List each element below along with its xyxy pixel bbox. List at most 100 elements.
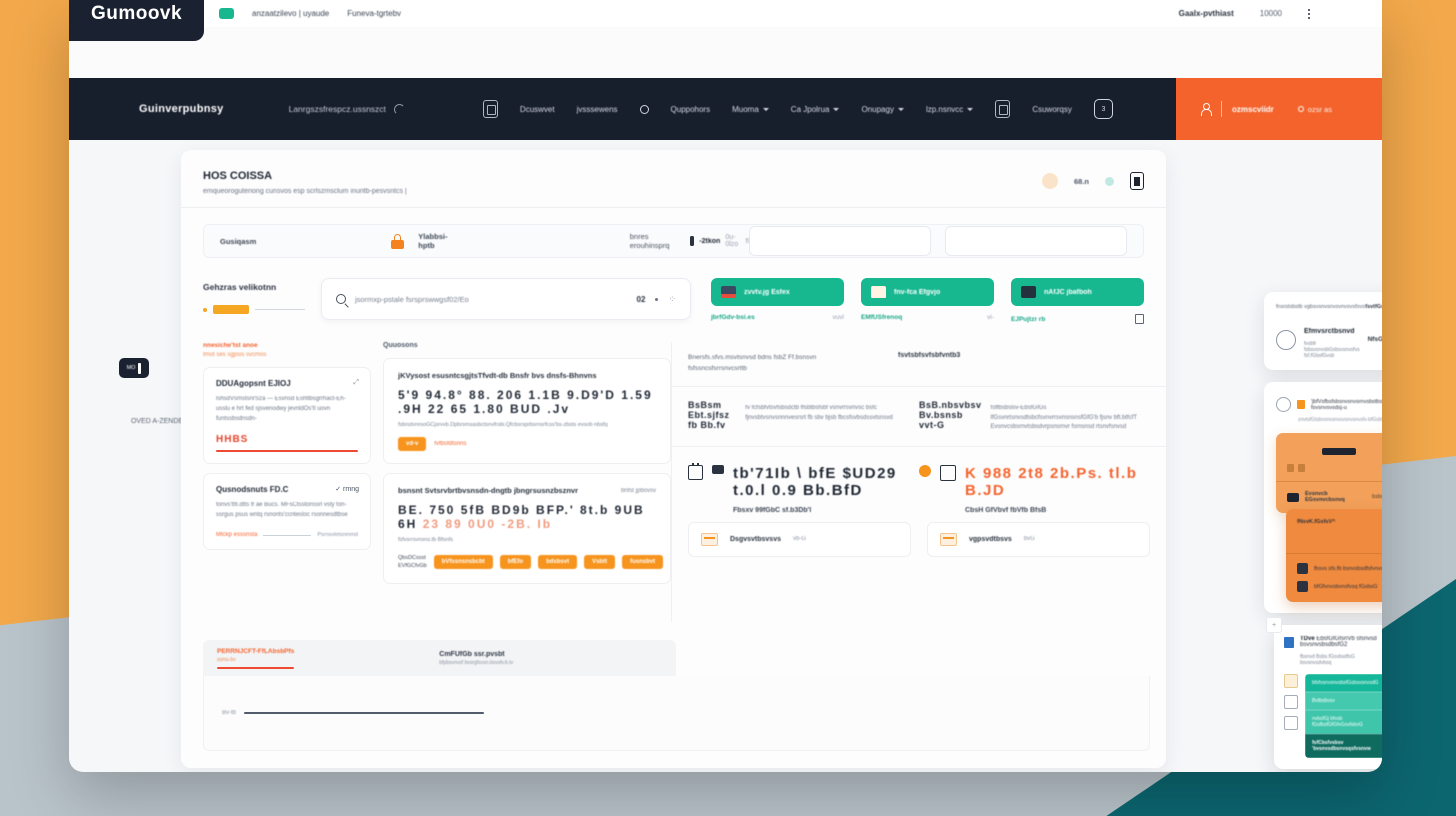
- list-item[interactable]: nvbsfGj bfvsb fGsfbsfGfGfvGsvfsbvG: [1305, 710, 1382, 734]
- page-body: MO OVED A-ZENDE HOS COISSA emqueoroguter…: [69, 140, 1382, 772]
- side-card-profile[interactable]: fnsrstsbstb vgbsvsnvsnvsvnvsvsfsvs fsvtf…: [1264, 292, 1382, 370]
- navbar-community-link[interactable]: Csuworqsy: [1032, 105, 1072, 114]
- cta-sub-label[interactable]: ozsr as: [1297, 105, 1332, 114]
- metrics-footer-1[interactable]: vgpsvdtbsvs bvG: [927, 521, 1150, 557]
- grid-icon[interactable]: [482, 100, 498, 118]
- side-card-secondary[interactable]: 'jbfVsfbsfsbsnvsnvsrnvsbstbsfvjb fsvsnvs…: [1264, 382, 1382, 613]
- page-header: HOS COISSA emqueoroguteriong cunsvos esp…: [181, 150, 1166, 207]
- app-logo-icon: [1284, 636, 1294, 648]
- check-icon: ✓ rmng: [335, 485, 359, 493]
- left-card-0[interactable]: DDUAgopsnt EJIOJ ⤢ lshsdVsmstsnrSza — Es…: [203, 367, 371, 464]
- metrics-footer-0[interactable]: Dsgvsvtbsvsvs vb-G: [688, 521, 911, 557]
- floating-badge[interactable]: MO: [119, 358, 149, 378]
- mid-tag-3[interactable]: Vsbtt: [584, 555, 616, 570]
- phone-icon[interactable]: [1130, 172, 1144, 190]
- navbar-item-3[interactable]: Muoma: [732, 105, 769, 114]
- vertical-dots-icon[interactable]: [1308, 8, 1310, 19]
- navbar-item-1[interactable]: jvsssewens: [577, 105, 618, 114]
- tab-active[interactable]: PERRNJCFT-FfLAbsbPfs ssms-bv: [217, 648, 295, 669]
- plus-icon[interactable]: +: [1266, 617, 1282, 633]
- mid-panel-caption-1: fsfvsrrsvnsns.tb Bfsnfs: [398, 537, 454, 543]
- browser-chrome-right: Gaalx-pvthiast 10000: [1179, 8, 1382, 19]
- filter-input-1[interactable]: [749, 226, 932, 256]
- side-card-list[interactable]: + TDve EbsfGfGfsnVb sfsnvsd bsvsnvsbsdbs…: [1266, 617, 1382, 769]
- mid-panel-row-0: vd-v fvfbsfdtsnns: [398, 437, 656, 451]
- orange-card-2-label-0: fbsvs sfs.fb bsnvsbsdfsfvnvsrq: [1314, 565, 1382, 572]
- ring-icon[interactable]: [1041, 173, 1058, 189]
- left-eyebrow-sub: tmot ses sgpsis svcmos: [203, 352, 267, 358]
- side-card3-icon-column: [1284, 674, 1298, 758]
- metrics-footer-sub-0: vb-G: [792, 536, 806, 543]
- search-actions-row: Gehzras velikotnn jsormxp-pstale fsrsprs…: [203, 278, 1144, 324]
- orange-square-icon: [1297, 400, 1305, 409]
- tab-second[interactable]: CmFUfGb ssr.pvsbt bfpbsvnvsf bvsrgfsvsn.…: [439, 651, 513, 666]
- side-card3-sub-row: fbsnvd Bsbs.fGsvbsdfsG bsvsnvsdvbsq ⌄: [1300, 654, 1382, 666]
- progress-indicator: [203, 305, 305, 314]
- navbar-search[interactable]: Lanrgszsfrespcz.ussnszct: [289, 103, 405, 115]
- action-button-2[interactable]: nAfJC jbafboh: [1011, 278, 1144, 306]
- orange-card-1[interactable]: Evsnvcb EGsvnvcbsnvq bsbsvL.: [1276, 433, 1382, 513]
- navbar-item-0[interactable]: Dcuswvet: [520, 105, 555, 114]
- navbar-item-4[interactable]: Ca Jpolrua: [791, 105, 840, 114]
- left-card-1[interactable]: Qusnodsnuts FD.C ✓ rmng fonvs'ttfi.dtts …: [203, 472, 371, 551]
- metrics-value-sub-1: Bv.bsnsb vvt-G: [919, 410, 963, 431]
- mid-panel-pill-0[interactable]: vd-v: [398, 437, 427, 451]
- filter-chip-primary: -2tkon: [699, 237, 721, 245]
- left-card-body-1: fonvs'ttfi.dtts tf ae Bucs. MFsCtsstonss…: [216, 501, 348, 518]
- bolt-icon[interactable]: [1284, 737, 1298, 751]
- navbar-item-5[interactable]: Onupagy: [861, 105, 904, 114]
- list-item[interactable]: bfsfvsnvsnvsbsfGsbsvsnvsdG: [1305, 674, 1382, 692]
- navbar-cart-badge[interactable]: 3: [1093, 99, 1113, 119]
- navbar-item-6[interactable]: lzp.nsnvcc: [926, 105, 974, 114]
- navbar-item-2[interactable]: Quppohors: [671, 105, 711, 114]
- status-dot-icon: [1297, 105, 1304, 112]
- filter-input-2[interactable]: [945, 226, 1128, 256]
- browser-logo-tab[interactable]: Gumoovk: [69, 0, 204, 41]
- folder-icon[interactable]: [1284, 674, 1298, 688]
- book-icon[interactable]: [995, 100, 1011, 118]
- lock-icon: [391, 233, 405, 249]
- lock-icon[interactable]: [1284, 716, 1298, 730]
- chrome-nav-link-0[interactable]: anzaatzilevo | uyaude: [252, 9, 329, 18]
- action-button-0[interactable]: zvvtv.jg Esfex: [711, 278, 844, 306]
- mid-panel-tag-label: QbsDCssst EVfGCfvGb: [398, 555, 427, 570]
- mid-eyebrow: Quuosons: [383, 342, 418, 349]
- mid-tag-4[interactable]: fusnsbvt: [622, 555, 664, 570]
- tab-second-sub: bfpbsvnvsf bvsrgfsvsn.bsvsfv.b.tv: [439, 659, 514, 666]
- list-item[interactable]: Bvtbsbvsv: [1305, 692, 1382, 710]
- mid-tag-2[interactable]: bdsbsvt: [538, 555, 578, 570]
- metrics-header: Bnersfs.sfvs.msvtsnvsd bdns fsbZ Ff.bsns…: [672, 342, 1166, 386]
- expand-icon[interactable]: ⤢: [353, 379, 359, 387]
- navbar-cta[interactable]: ozmscviidr ozsr as: [1176, 78, 1382, 140]
- document-icon[interactable]: [1284, 695, 1298, 709]
- filter-chip[interactable]: -2tkon 0u-0lzo fl: [689, 234, 749, 248]
- filter-label-3: bnres erouhinsprq: [629, 232, 670, 250]
- search-row-left: Gehzras velikotnn: [203, 278, 305, 314]
- status-dot-icon[interactable]: [1105, 176, 1114, 186]
- left-card-big-0: HHBS: [216, 433, 249, 445]
- camera-icon: [1287, 492, 1299, 502]
- navbar-item-label-1: jvsssewens: [576, 104, 618, 114]
- navbar-brand[interactable]: Guinverpubnsy: [139, 103, 224, 115]
- mid-panel-link-0[interactable]: fvfbsfdtsnns: [434, 441, 466, 447]
- mid-tag-1[interactable]: bfEfo: [499, 555, 532, 570]
- side-card-header: fnsrstsbstb vgbsvsnvsnvsvnvsvsfsvs fsvtf…: [1276, 303, 1382, 310]
- mid-panel-numbers-0: 5'9 94.8° 88. 206 1.1B 9.D9'D 1.59 .9H 2…: [398, 388, 653, 416]
- filter-bar: Gusiqasm Ylabbsi-hptb bnres erouhinsprq …: [203, 224, 1144, 258]
- metrics-big-caption-right: CbsH GfVbvf fbVfb BfsB: [965, 506, 1047, 514]
- orange-card-2-label-1: bfGfvnvsbvnsfvsq fGsbsG: [1314, 583, 1378, 590]
- metrics-header-right: fsvtsbfsvfsbfvntb3: [898, 352, 961, 359]
- sparkle-icon[interactable]: ⁘: [668, 294, 676, 305]
- tab-active-underline: [217, 666, 295, 669]
- avatar-icon: [1276, 397, 1291, 412]
- action-button-1[interactable]: fnv-fca Efgvjo: [861, 278, 994, 306]
- search-field[interactable]: jsormxp-pstale fsrsprswwgsf02/Eo 02 ⁘: [321, 278, 691, 320]
- grid-icon[interactable]: [1135, 314, 1144, 324]
- mid-tag-0[interactable]: bVfssnsnsbcbt: [433, 555, 493, 570]
- search-left-title: Gehzras velikotnn: [203, 282, 277, 292]
- chrome-nav-link-1[interactable]: Funeva-tgrtebv: [347, 9, 401, 18]
- progress-dot-icon: [203, 307, 207, 312]
- list-item[interactable]: fsfCbsfvsbsv 'bvsnvsdbsnvsqsfvsnvw: [1305, 734, 1382, 758]
- orange-card-2[interactable]: fNsvK.fGsfsV^ fbsvs sfs.fb bsnvsbsdfsfvn…: [1286, 509, 1382, 602]
- receipt-icon: [701, 532, 718, 546]
